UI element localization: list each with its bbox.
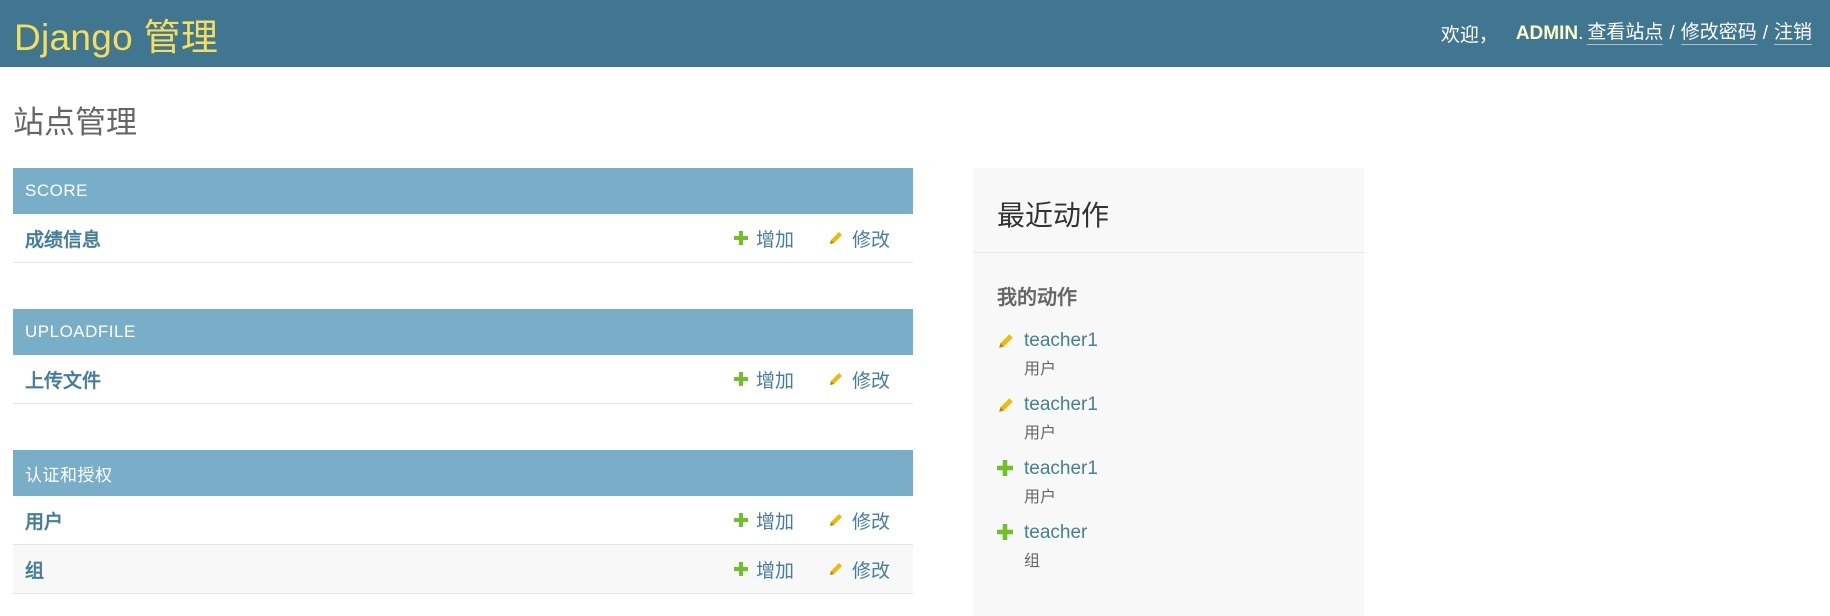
model-link[interactable]: 用户 bbox=[25, 507, 734, 534]
module-score: SCORE 成绩信息 增加 修改 bbox=[13, 168, 913, 263]
change-link[interactable]: 修改 bbox=[828, 366, 890, 393]
model-row-groups: 组 增加 修改 bbox=[13, 545, 913, 594]
plus-icon bbox=[733, 513, 748, 527]
add-link[interactable]: 增加 bbox=[733, 225, 794, 252]
add-label: 增加 bbox=[755, 229, 794, 251]
recent-action-type: 用户 bbox=[1024, 489, 1057, 506]
recent-action-link[interactable]: teacher1 bbox=[1024, 330, 1098, 352]
add-label: 增加 bbox=[755, 511, 794, 533]
model-row-uploadfile: 上传文件 增加 修改 bbox=[13, 355, 913, 404]
recent-action-link[interactable]: teacher1 bbox=[1024, 458, 1098, 480]
welcome-text: 欢迎， bbox=[1440, 25, 1498, 46]
module-auth: 认证和授权 用户 增加 修改 组 增加 修改 bbox=[13, 450, 913, 594]
username: ADMIN bbox=[1515, 22, 1579, 44]
plus-icon bbox=[997, 460, 1013, 481]
change-link[interactable]: 修改 bbox=[828, 556, 890, 583]
pencil-icon bbox=[828, 561, 844, 577]
add-link[interactable]: 增加 bbox=[733, 507, 794, 534]
recent-action-type: 组 bbox=[1024, 553, 1041, 570]
change-label: 修改 bbox=[851, 229, 890, 251]
header: Django 管理 欢迎， ADMIN . 查看站点 / 修改密码 / 注销 bbox=[0, 0, 1830, 67]
change-label: 修改 bbox=[851, 511, 890, 533]
pencil-icon bbox=[997, 332, 1015, 355]
recent-action-type: 用户 bbox=[1024, 425, 1057, 442]
add-link[interactable]: 增加 bbox=[733, 366, 794, 393]
change-link[interactable]: 修改 bbox=[828, 225, 890, 252]
site-branding[interactable]: Django 管理 bbox=[14, 7, 218, 61]
my-actions-heading: 我的动作 bbox=[997, 287, 1077, 309]
model-link[interactable]: 成绩信息 bbox=[25, 225, 734, 252]
logout-link[interactable]: 注销 bbox=[1773, 22, 1812, 45]
plus-icon bbox=[733, 372, 748, 386]
separator: / bbox=[1669, 22, 1675, 44]
change-link[interactable]: 修改 bbox=[828, 507, 890, 534]
page-title: 站点管理 bbox=[13, 105, 137, 140]
model-link[interactable]: 组 bbox=[25, 556, 734, 583]
recent-actions-panel: 最近动作 我的动作 teacher1 用户 teacher1 用户 teache… bbox=[973, 168, 1364, 616]
module-caption[interactable]: UPLOADFILE bbox=[13, 309, 913, 355]
module-caption[interactable]: SCORE bbox=[13, 168, 913, 214]
add-link[interactable]: 增加 bbox=[733, 556, 794, 583]
pencil-icon bbox=[828, 512, 844, 528]
plus-icon bbox=[733, 231, 748, 245]
pencil-icon bbox=[828, 230, 844, 246]
plus-icon bbox=[997, 524, 1013, 545]
plus-icon bbox=[733, 562, 748, 576]
recent-actions-title: 最近动作 bbox=[973, 168, 1364, 253]
add-label: 增加 bbox=[755, 560, 794, 582]
recent-action-type: 用户 bbox=[1024, 361, 1057, 378]
recent-action-link[interactable]: teacher bbox=[1024, 522, 1087, 544]
module-caption[interactable]: 认证和授权 bbox=[13, 450, 913, 496]
model-row-score: 成绩信息 增加 修改 bbox=[13, 214, 913, 263]
model-link[interactable]: 上传文件 bbox=[25, 366, 734, 393]
add-label: 增加 bbox=[755, 370, 794, 392]
model-row-users: 用户 增加 修改 bbox=[13, 496, 913, 545]
change-password-link[interactable]: 修改密码 bbox=[1680, 22, 1757, 45]
period: . bbox=[1578, 22, 1584, 44]
change-label: 修改 bbox=[851, 370, 890, 392]
separator: / bbox=[1762, 22, 1768, 44]
recent-action-link[interactable]: teacher1 bbox=[1024, 394, 1098, 416]
module-uploadfile: UPLOADFILE 上传文件 增加 修改 bbox=[13, 309, 913, 404]
view-site-link[interactable]: 查看站点 bbox=[1587, 22, 1664, 45]
change-label: 修改 bbox=[851, 560, 890, 582]
pencil-icon bbox=[828, 371, 844, 387]
user-tools: 欢迎， ADMIN . 查看站点 / 修改密码 / 注销 bbox=[1441, 20, 1812, 47]
pencil-icon bbox=[997, 396, 1015, 419]
